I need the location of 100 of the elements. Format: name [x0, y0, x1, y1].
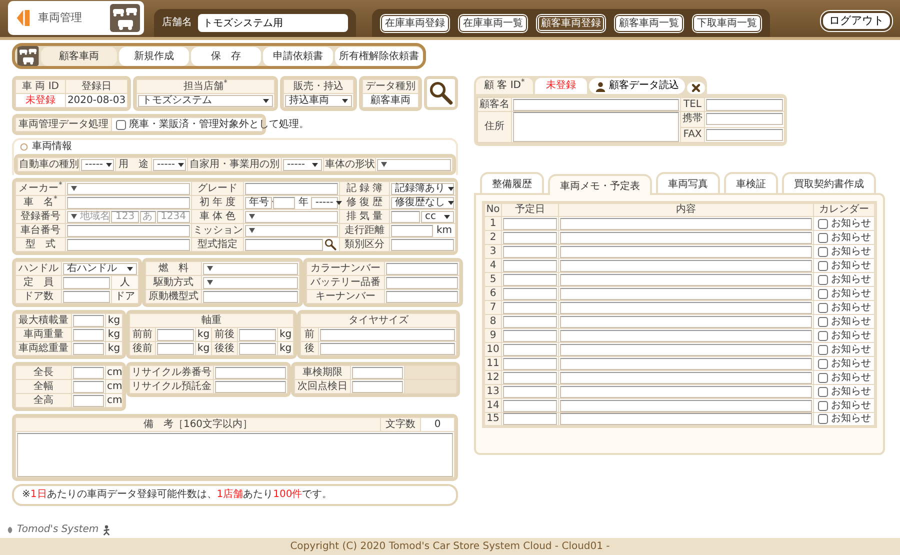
input-field[interactable]	[391, 210, 420, 222]
dropdown[interactable]: 記録簿あり	[391, 182, 454, 194]
tab[interactable]: 車検証	[724, 172, 778, 193]
checkbox[interactable]	[818, 358, 828, 368]
input-field[interactable]	[560, 316, 812, 328]
input-field[interactable]	[157, 328, 194, 340]
checkbox[interactable]	[818, 302, 828, 312]
input-field[interactable]	[560, 302, 812, 314]
input-field[interactable]	[560, 413, 812, 425]
text-area[interactable]	[17, 432, 453, 476]
checkbox[interactable]	[818, 260, 828, 270]
input-field[interactable]	[73, 366, 104, 378]
checkbox[interactable]	[818, 386, 828, 396]
checkbox[interactable]	[818, 288, 828, 298]
nav-button[interactable]: 在庫車両登録	[380, 14, 450, 32]
input-field[interactable]	[560, 232, 812, 244]
input-field[interactable]	[391, 238, 454, 250]
dropdown[interactable]: -----	[81, 158, 114, 170]
search-button[interactable]	[324, 238, 338, 251]
input-field[interactable]	[706, 128, 783, 141]
nav-button[interactable]: 顧客車両一覧	[614, 14, 684, 32]
input-field[interactable]	[560, 288, 812, 300]
input-field[interactable]	[503, 358, 557, 370]
input-field[interactable]	[503, 330, 557, 342]
dropdown[interactable]: -----	[153, 158, 186, 170]
input-field[interactable]	[513, 98, 679, 110]
tab[interactable]: 買取契約書作成	[782, 172, 876, 193]
dropdown[interactable]: -----	[283, 158, 322, 170]
input-field[interactable]	[386, 262, 458, 274]
dropdown[interactable]	[203, 262, 298, 274]
input-field[interactable]	[503, 386, 557, 398]
input-field[interactable]	[503, 413, 557, 425]
input-field[interactable]	[503, 372, 557, 384]
checkbox[interactable]	[818, 330, 828, 340]
input-field[interactable]	[560, 400, 812, 412]
checkbox[interactable]	[818, 246, 828, 256]
checkbox[interactable]	[818, 344, 828, 354]
input-field[interactable]	[352, 380, 403, 392]
checkbox[interactable]	[818, 414, 828, 424]
input-field[interactable]	[503, 260, 557, 272]
input-field[interactable]	[245, 182, 338, 194]
input-field[interactable]	[560, 372, 812, 384]
input-field[interactable]	[73, 328, 104, 340]
input-field[interactable]	[503, 302, 557, 314]
input-field[interactable]	[503, 344, 557, 356]
dropdown[interactable]	[203, 276, 298, 288]
checkbox[interactable]	[818, 400, 828, 410]
dropdown[interactable]	[377, 158, 451, 170]
input-field[interactable]	[560, 344, 812, 356]
input-field[interactable]	[73, 394, 104, 406]
text-area[interactable]	[513, 112, 679, 142]
input-field[interactable]	[67, 224, 190, 236]
toolbar-button[interactable]: 保 存	[191, 46, 261, 66]
input-field[interactable]	[67, 196, 190, 208]
dropdown[interactable]: 修復歴なし	[391, 196, 454, 208]
input-field[interactable]	[239, 342, 276, 354]
input-field[interactable]	[63, 276, 110, 288]
input-field[interactable]	[73, 314, 104, 326]
dropdown[interactable]: cc	[421, 210, 454, 222]
input-field[interactable]	[560, 274, 812, 286]
store-field[interactable]: トモズシステム用	[198, 14, 348, 32]
input-field[interactable]	[215, 380, 286, 392]
input-field[interactable]	[503, 400, 557, 412]
checkbox[interactable]	[818, 232, 828, 242]
input-field[interactable]	[560, 218, 812, 230]
input-field[interactable]	[560, 246, 812, 258]
checkbox[interactable]	[818, 274, 828, 284]
dropdown[interactable]	[67, 182, 190, 194]
input-field[interactable]	[386, 290, 458, 302]
input-field[interactable]	[352, 366, 403, 378]
input-field[interactable]	[560, 358, 812, 370]
input-field[interactable]	[503, 316, 557, 328]
input-field[interactable]	[391, 224, 434, 236]
toolbar-button[interactable]: 申請依頼書	[263, 46, 333, 66]
input-field[interactable]	[320, 342, 456, 354]
nav-button[interactable]: 在庫車両一覧	[458, 14, 528, 32]
toolbar-button[interactable]: 新規作成	[119, 46, 189, 66]
input-field[interactable]	[320, 328, 456, 340]
input-field[interactable]	[245, 238, 323, 250]
tab[interactable]: 車両写真	[656, 172, 720, 193]
checkbox[interactable]	[116, 120, 126, 130]
dropdown[interactable]: 年号	[245, 196, 272, 208]
input-field[interactable]	[73, 342, 104, 354]
input-field[interactable]	[73, 380, 104, 392]
input-field[interactable]	[706, 113, 783, 126]
search-button[interactable]	[424, 76, 458, 110]
input-field[interactable]	[239, 328, 276, 340]
input-field[interactable]	[706, 98, 783, 110]
input-field[interactable]	[63, 290, 110, 302]
nav-button[interactable]: 下取車両一覧	[692, 14, 762, 32]
checkbox[interactable]	[818, 316, 828, 326]
input-field[interactable]	[503, 232, 557, 244]
dropdown[interactable]: トモズシステム	[138, 94, 273, 106]
input-field[interactable]	[560, 386, 812, 398]
dropdown[interactable]: 右ハンドル	[63, 262, 137, 274]
nav-button[interactable]: 顧客車両登録	[536, 14, 606, 32]
input-field[interactable]	[560, 330, 812, 342]
input-field[interactable]	[503, 246, 557, 258]
input-field[interactable]	[157, 342, 194, 354]
checkbox[interactable]	[818, 218, 828, 228]
